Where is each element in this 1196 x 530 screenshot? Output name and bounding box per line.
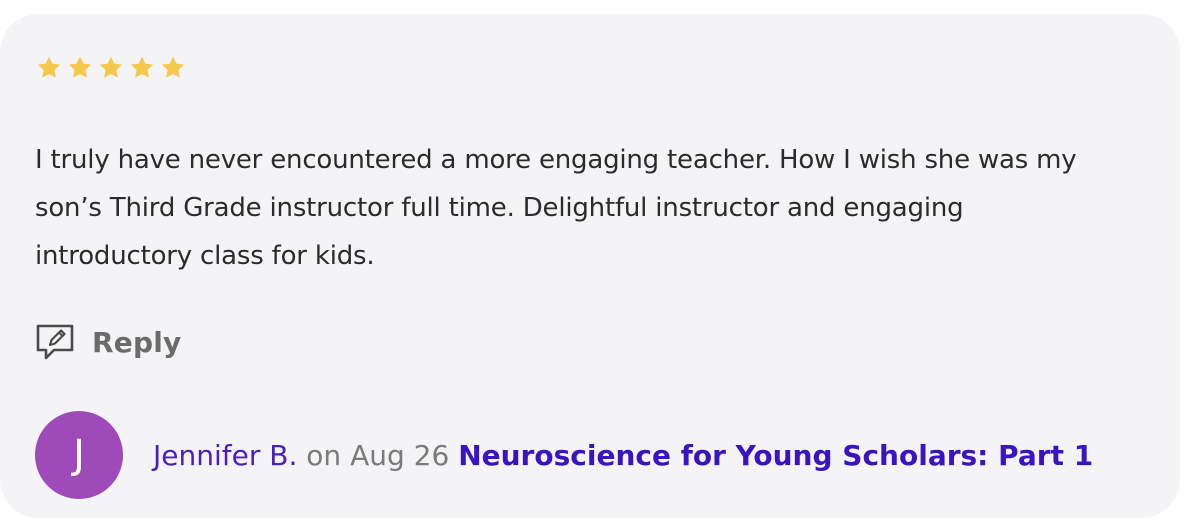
- reply-speech-bubble-icon: [36, 324, 74, 360]
- reply-label: Reply: [92, 325, 182, 359]
- reply-button[interactable]: Reply: [34, 322, 181, 362]
- date-prefix: on: [306, 439, 342, 472]
- review-date: Aug 26: [350, 439, 450, 472]
- review-card: I truly have never encountered a more en…: [0, 14, 1180, 518]
- star-icon: [68, 56, 92, 78]
- star-icon: [99, 56, 123, 78]
- star-rating: [35, 54, 187, 82]
- author-link[interactable]: Jennifer B.: [153, 439, 297, 472]
- review-text: I truly have never encountered a more en…: [35, 145, 1077, 271]
- course-title-link[interactable]: Neuroscience for Young Scholars: Part 1: [458, 439, 1093, 472]
- star-icon: [37, 56, 61, 78]
- star-icon: [130, 56, 154, 78]
- review-meta: Jennifer B. on Aug 26 Neuroscience for Y…: [153, 434, 1093, 478]
- avatar: J: [35, 411, 123, 499]
- star-icon: [161, 56, 185, 78]
